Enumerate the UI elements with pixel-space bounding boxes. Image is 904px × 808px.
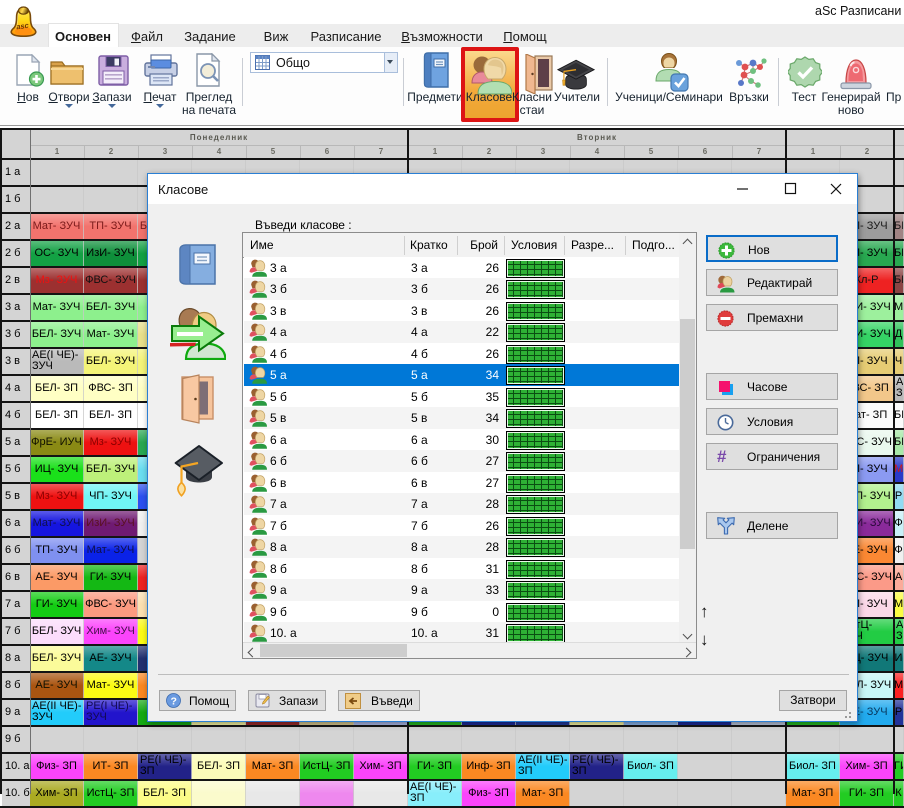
svg-text:?: ? — [171, 696, 177, 708]
svg-text:asc: asc — [16, 21, 30, 32]
